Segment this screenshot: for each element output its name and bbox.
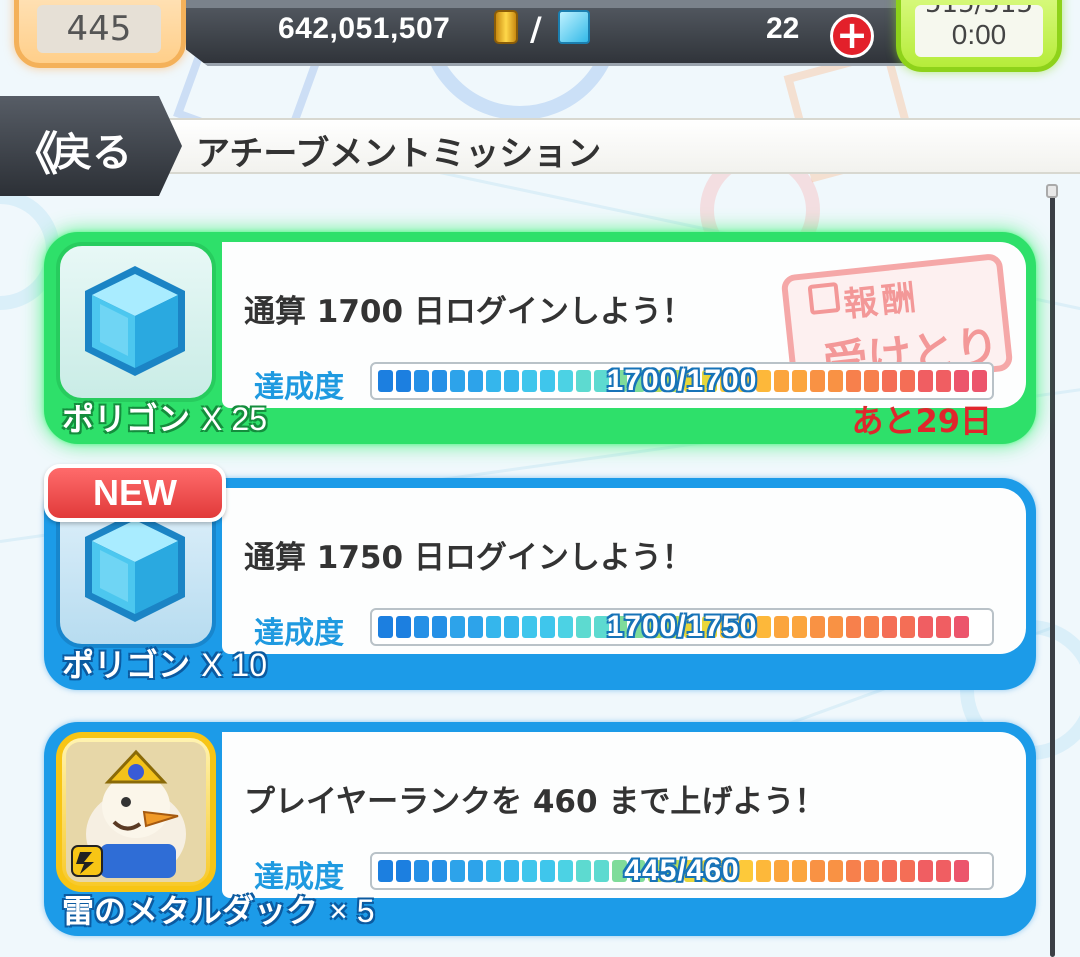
- reward-label: ポリゴン X 10: [62, 640, 267, 686]
- metal-duck-icon: [66, 742, 206, 882]
- mission-list: 通算 1700 日ログインしよう！ 報酬 受けとり 達成度 1700/1700 …: [0, 0, 1080, 957]
- progress-text: 445/460: [624, 854, 740, 887]
- progress-text: 1700/1750: [606, 610, 758, 643]
- gift-icon: [807, 282, 841, 315]
- reward-label: ポリゴン X 25: [62, 394, 267, 440]
- deadline-label: あと29日: [851, 402, 992, 440]
- new-badge: NEW: [44, 464, 226, 522]
- mission-description: 通算 1750 日ログインしよう！: [244, 540, 693, 576]
- reward-icon-frame: [56, 242, 216, 402]
- reward-name: ポリゴン: [62, 646, 191, 684]
- progress-bar: 1700/1750: [370, 608, 994, 646]
- reward-quantity: X 10: [201, 647, 267, 683]
- reward-quantity: × 5: [329, 893, 375, 929]
- mission-card[interactable]: プレイヤーランクを 460 まで上げよう！ 達成度 445/460 雷のメタルダ…: [44, 722, 1036, 936]
- mission-description: プレイヤーランクを 460 まで上げよう！: [244, 784, 826, 820]
- reward-label: 雷のメタルダック × 5: [62, 886, 375, 932]
- reward-name: 雷のメタルダック: [62, 892, 319, 930]
- mission-description: 通算 1700 日ログインしよう！: [244, 294, 693, 330]
- reward-icon-frame: [56, 732, 216, 892]
- progress-label: 達成度: [254, 370, 344, 405]
- mission-card[interactable]: 通算 1700 日ログインしよう！ 報酬 受けとり 達成度 1700/1700 …: [44, 232, 1036, 444]
- progress-text: 1700/1700: [606, 364, 758, 397]
- progress-bar: 445/460: [370, 852, 994, 890]
- polygon-cube-icon: [85, 266, 185, 376]
- reward-quantity: X 25: [201, 401, 267, 437]
- reward-name: ポリゴン: [62, 400, 191, 438]
- progress-label: 達成度: [254, 616, 344, 651]
- progress-bar: 1700/1700: [370, 362, 994, 400]
